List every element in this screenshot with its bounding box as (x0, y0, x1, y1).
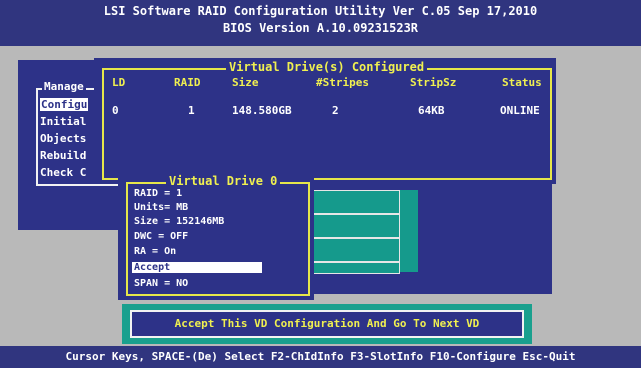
array-row[interactable] (312, 190, 400, 214)
array-scroll-region[interactable] (400, 190, 418, 272)
field-ra[interactable]: RA = On (134, 246, 176, 257)
field-dwc[interactable]: DWC = OFF (134, 231, 188, 242)
field-units[interactable]: Units= MB (134, 202, 188, 213)
virtual-drive-0-title: Virtual Drive 0 (166, 174, 281, 188)
virtual-drives-title: Virtual Drive(s) Configured (226, 60, 428, 74)
column-header-stripes: #Stripes (316, 76, 369, 89)
menu-item-configure[interactable]: Configu (40, 98, 89, 111)
status-bar: Cursor Keys, SPACE-(De) Select F2-ChIdIn… (0, 346, 641, 368)
vd-row-stripsz: 64KB (418, 104, 445, 117)
column-header-raid: RAID (174, 76, 201, 89)
accept-vd-configuration-button[interactable]: Accept This VD Configuration And Go To N… (130, 310, 524, 338)
vd-row-stripes: 2 (332, 104, 339, 117)
management-menu-title: Manage (42, 80, 86, 93)
key-hints: Cursor Keys, SPACE-(De) Select F2-ChIdIn… (65, 350, 576, 363)
menu-item-check-consistency[interactable]: Check C (40, 166, 86, 179)
column-header-stripsz: StripSz (410, 76, 457, 89)
virtual-drives-configured-panel: Virtual Drive(s) Configured LD RAID Size… (94, 58, 556, 184)
vd-row-raid: 1 (188, 104, 195, 117)
menu-item-initialize[interactable]: Initial (40, 115, 86, 128)
column-header-size: Size (232, 76, 259, 89)
field-raid[interactable]: RAID = 1 (134, 188, 182, 199)
accept-button-container: Accept This VD Configuration And Go To N… (122, 304, 532, 344)
array-row[interactable] (312, 214, 400, 238)
field-span[interactable]: SPAN = NO (134, 278, 188, 289)
vd-row-status: ONLINE (500, 104, 540, 117)
field-size[interactable]: Size = 152146MB (134, 216, 224, 227)
field-accept[interactable]: Accept (132, 262, 262, 273)
accept-button-label: Accept This VD Configuration And Go To N… (174, 317, 480, 330)
virtual-drive-0-panel: Virtual Drive 0 RAID = 1 Units= MB Size … (118, 172, 314, 300)
vd-row-ld: 0 (112, 104, 119, 117)
array-row[interactable] (312, 262, 400, 274)
column-header-ld: LD (112, 76, 126, 89)
menu-item-rebuild[interactable]: Rebuild (40, 149, 86, 162)
app-title: LSI Software RAID Configuration Utility … (103, 4, 538, 18)
menu-item-objects[interactable]: Objects (40, 132, 86, 145)
column-header-status: Status (502, 76, 542, 89)
bios-version: BIOS Version A.10.09231523R (222, 21, 419, 35)
array-row[interactable] (312, 238, 400, 262)
vd-row-size: 148.580GB (232, 104, 292, 117)
title-bar: LSI Software RAID Configuration Utility … (0, 0, 641, 46)
